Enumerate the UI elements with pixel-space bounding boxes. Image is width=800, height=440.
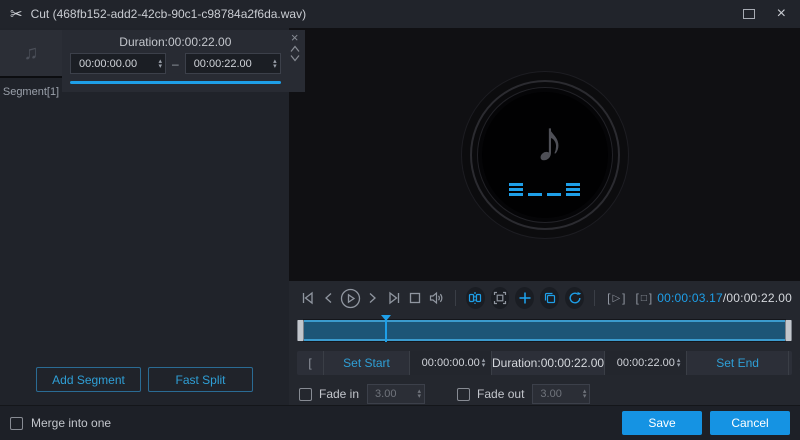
step-forward-icon[interactable]: [362, 286, 384, 310]
fade-in-checkbox[interactable]: [299, 388, 312, 401]
toolbar-separator: [594, 290, 595, 306]
copy-button[interactable]: [540, 287, 559, 309]
music-note-icon: ♫: [24, 42, 39, 65]
segment-start-value: 00:00:00.00: [79, 58, 158, 70]
spinner-arrows-icon[interactable]: ▴▾: [482, 358, 486, 368]
volume-button[interactable]: [426, 286, 448, 310]
segment-start-input[interactable]: 00:00:00.00 ▴▾: [70, 53, 166, 74]
segment-delete-icon[interactable]: ×: [291, 32, 299, 44]
fade-in-input[interactable]: 3.00 ▴▾: [367, 384, 425, 404]
fade-out-input[interactable]: 3.00 ▴▾: [532, 384, 590, 404]
spinner-arrows-icon[interactable]: ▴▾: [158, 59, 162, 69]
play-segment-button[interactable]: [▷]: [607, 291, 625, 305]
goto-start-icon[interactable]: [297, 286, 319, 310]
segment-duration-label: Duration:00:00:22.00: [70, 35, 281, 49]
title-bar: ✂ Cut (468fb152-add2-42cb-90c1-c98784a2f…: [0, 0, 800, 28]
equalizer-icon: [509, 183, 580, 196]
set-start-button[interactable]: Set Start: [323, 351, 409, 375]
player-controls: [▷] [□] 00:00:03.17/00:00:22.00: [289, 281, 800, 407]
duration-label: Duration:00:00:22.00: [491, 351, 604, 375]
maximize-icon[interactable]: [743, 9, 755, 19]
spinner-arrows-icon[interactable]: ▴▾: [418, 389, 422, 399]
segment-move-up-icon[interactable]: [289, 45, 301, 53]
range-dash: –: [172, 57, 179, 71]
split-button[interactable]: [466, 287, 485, 309]
segment-end-input[interactable]: 00:00:22.00 ▴▾: [185, 53, 281, 74]
segment-range-bar[interactable]: [70, 81, 281, 84]
close-icon[interactable]: ×: [777, 6, 786, 22]
fade-options: Fade in 3.00 ▴▾ Fade out 3.00 ▴▾: [295, 381, 794, 407]
album-art-disc: ♪: [482, 92, 608, 218]
segment-thumbnail[interactable]: ♫: [0, 30, 62, 78]
trim-bar: [ Set Start 00:00:00.00 ▴▾ Duration:00:0…: [297, 351, 792, 375]
scissors-icon: ✂: [10, 7, 23, 22]
add-segment-button[interactable]: Add Segment: [36, 367, 141, 392]
segment-detail: Duration:00:00:22.00 00:00:00.00 ▴▾ – 00…: [62, 30, 305, 92]
playhead-line: [385, 319, 387, 342]
goto-end-icon[interactable]: [383, 286, 405, 310]
stop-segment-button[interactable]: [□]: [636, 291, 653, 305]
timeline-track[interactable]: [304, 320, 785, 341]
save-button[interactable]: Save: [622, 411, 702, 435]
album-art-ring: ♪: [461, 71, 629, 239]
end-time-input[interactable]: 00:00:22.00 ▴▾: [604, 351, 686, 375]
timeline[interactable]: [297, 315, 792, 345]
cancel-button[interactable]: Cancel: [710, 411, 790, 435]
window-title: Cut (468fb152-add2-42cb-90c1-c98784a2f6d…: [31, 7, 307, 21]
segment-item[interactable]: ♫ Segment[1] Duration:00:00:22.00 00:00:…: [0, 28, 289, 98]
segment-name-label: Segment[1]: [0, 78, 62, 98]
trim-end-handle[interactable]: [785, 320, 792, 341]
transport-bar: [▷] [□] 00:00:03.17/00:00:22.00: [295, 284, 794, 312]
end-bracket: ]: [788, 351, 800, 375]
segment-panel: ♫ Segment[1] Duration:00:00:22.00 00:00:…: [0, 28, 289, 405]
toolbar-separator: [455, 290, 456, 306]
spinner-arrows-icon[interactable]: ▴▾: [677, 358, 681, 368]
play-button[interactable]: [340, 286, 362, 310]
spinner-arrows-icon[interactable]: ▴▾: [583, 389, 587, 399]
start-time-input[interactable]: 00:00:00.00 ▴▾: [409, 351, 491, 375]
cut-dialog-window: ✂ Cut (468fb152-add2-42cb-90c1-c98784a2f…: [0, 0, 800, 440]
fast-split-button[interactable]: Fast Split: [148, 367, 253, 392]
start-bracket: [: [297, 351, 323, 375]
segment-end-value: 00:00:22.00: [194, 58, 273, 70]
set-end-button[interactable]: Set End: [686, 351, 788, 375]
current-time: 00:00:03.17: [657, 291, 723, 305]
spinner-arrows-icon[interactable]: ▴▾: [273, 59, 277, 69]
trim-start-handle[interactable]: [297, 320, 304, 341]
total-time: 00:00:22.00: [726, 291, 792, 305]
fade-in-label: Fade in: [319, 387, 359, 401]
merge-checkbox[interactable]: [10, 417, 23, 430]
fade-out-checkbox[interactable]: [457, 388, 470, 401]
time-display: 00:00:03.17/00:00:22.00: [657, 291, 792, 305]
step-back-icon[interactable]: [319, 286, 341, 310]
add-button[interactable]: [515, 287, 534, 309]
fade-out-label: Fade out: [477, 387, 524, 401]
region-select-button[interactable]: [491, 287, 510, 309]
stop-button[interactable]: [405, 286, 427, 310]
audio-preview-area: ♪: [289, 28, 800, 281]
reset-button[interactable]: [565, 287, 584, 309]
merge-label: Merge into one: [31, 416, 111, 430]
segment-move-down-icon[interactable]: [289, 54, 301, 62]
footer-bar: Merge into one Save Cancel: [0, 405, 800, 440]
music-note-icon: ♪: [535, 113, 564, 171]
